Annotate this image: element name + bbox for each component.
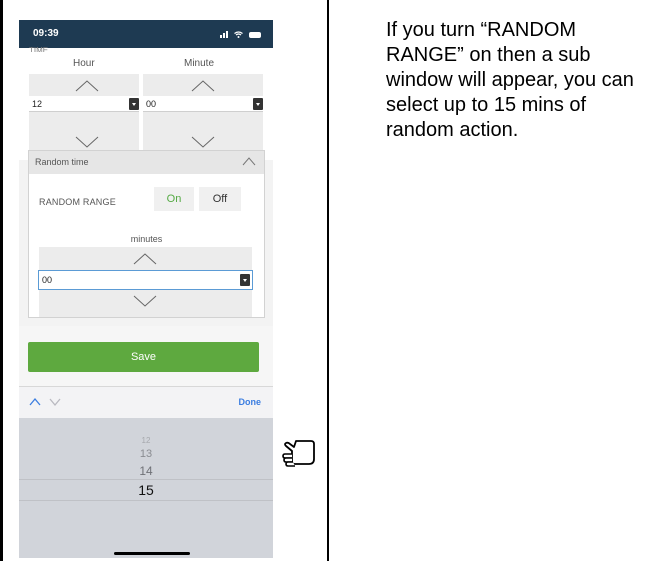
picker-selection-line — [19, 500, 273, 501]
instruction-text: If you turn “RANDOM RANGE” on then a sub… — [386, 19, 634, 141]
minute-select[interactable]: 00 — [143, 96, 263, 112]
dropdown-arrow-icon — [253, 98, 263, 110]
phone-screenshot: 09:39 TIME Hour Minute 12 00 Random time — [19, 20, 273, 558]
minute-up-chevron-icon[interactable] — [191, 80, 215, 92]
dropdown-arrow-icon — [129, 98, 139, 110]
table-border-top — [0, 0, 3, 561]
picker-item[interactable]: 14 — [19, 464, 273, 478]
random-time-header[interactable]: Random time — [29, 151, 264, 174]
minute-value: 00 — [146, 99, 157, 109]
battery-icon — [249, 32, 261, 38]
minutes-down-chevron-icon[interactable] — [133, 295, 157, 307]
time-card: TIME Hour Minute 12 00 — [19, 46, 273, 160]
hour-value: 12 — [32, 99, 43, 109]
picker-item[interactable]: 12 — [19, 436, 273, 445]
value-picker-wheel[interactable]: 12 13 14 15 — [19, 418, 273, 558]
hour-up-chevron-icon[interactable] — [75, 80, 99, 92]
collapse-chevron-icon[interactable] — [242, 157, 256, 166]
hour-select[interactable]: 12 — [29, 96, 139, 112]
pointing-hand-icon — [282, 440, 315, 467]
random-range-on-toggle[interactable]: On — [154, 187, 194, 211]
hour-label: Hour — [73, 58, 95, 69]
minutes-up-chevron-icon[interactable] — [133, 253, 157, 265]
picker-item[interactable]: 13 — [19, 448, 273, 460]
hour-down-chevron-icon[interactable] — [75, 136, 99, 148]
previous-field-chevron-icon[interactable] — [29, 397, 41, 407]
minutes-select[interactable]: 00 — [38, 270, 253, 290]
dropdown-arrow-icon — [240, 274, 250, 286]
picker-selection-line — [19, 479, 273, 480]
keyboard-accessory-bar: Done — [19, 386, 273, 418]
wifi-icon — [233, 31, 243, 38]
random-range-off-toggle[interactable]: Off — [199, 187, 241, 211]
random-range-label: RANDOM RANGE — [39, 197, 116, 207]
status-icons — [219, 29, 261, 38]
random-time-title: Random time — [35, 157, 89, 167]
minutes-label: minutes — [130, 234, 163, 244]
minute-label: Minute — [184, 58, 215, 69]
table-divider — [327, 0, 329, 561]
time-section-label: TIME — [29, 46, 49, 52]
done-button[interactable]: Done — [239, 397, 262, 407]
home-indicator — [114, 552, 190, 555]
minute-down-chevron-icon[interactable] — [191, 136, 215, 148]
save-button[interactable]: Save — [28, 342, 259, 372]
signal-icon — [219, 35, 222, 38]
status-time: 09:39 — [33, 28, 59, 39]
status-bar: 09:39 — [19, 20, 273, 48]
random-time-card: Random time RANDOM RANGE On Off minutes … — [28, 150, 265, 318]
save-area: Save — [19, 326, 273, 386]
next-field-chevron-icon[interactable] — [49, 397, 61, 407]
picker-selected-item[interactable]: 15 — [19, 482, 273, 498]
minutes-value: 00 — [42, 275, 53, 285]
